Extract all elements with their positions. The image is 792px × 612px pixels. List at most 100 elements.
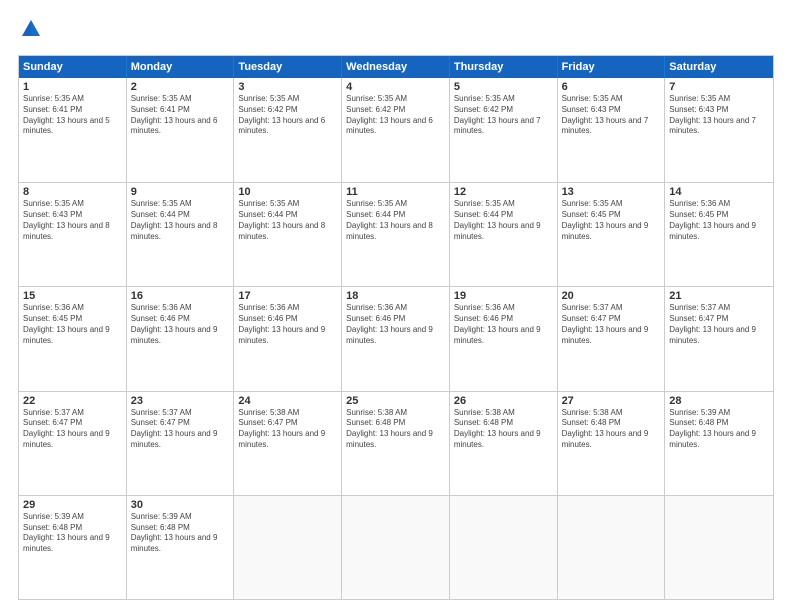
day-number: 21 bbox=[669, 290, 769, 302]
day-number: 9 bbox=[131, 186, 230, 198]
day-cell-9-1-1: 9 Sunrise: 5:35 AM Sunset: 6:44 PM Dayli… bbox=[127, 183, 235, 286]
header-tuesday: Tuesday bbox=[234, 56, 342, 78]
cell-sunrise: Sunrise: 5:37 AM bbox=[562, 303, 661, 314]
day-cell-19-2-4: 19 Sunrise: 5:36 AM Sunset: 6:46 PM Dayl… bbox=[450, 287, 558, 390]
day-number: 1 bbox=[23, 81, 122, 93]
cell-sunset: Sunset: 6:47 PM bbox=[23, 418, 122, 429]
cell-sunrise: Sunrise: 5:39 AM bbox=[669, 408, 769, 419]
cell-sunset: Sunset: 6:47 PM bbox=[562, 314, 661, 325]
cell-sunset: Sunset: 6:47 PM bbox=[238, 418, 337, 429]
day-number: 27 bbox=[562, 395, 661, 407]
cell-sunrise: Sunrise: 5:35 AM bbox=[131, 94, 230, 105]
day-number: 5 bbox=[454, 81, 553, 93]
cell-daylight: Daylight: 13 hours and 9 minutes. bbox=[562, 221, 661, 243]
day-cell-30-4-1: 30 Sunrise: 5:39 AM Sunset: 6:48 PM Dayl… bbox=[127, 496, 235, 599]
day-cell-13-1-5: 13 Sunrise: 5:35 AM Sunset: 6:45 PM Dayl… bbox=[558, 183, 666, 286]
day-number: 2 bbox=[131, 81, 230, 93]
cell-daylight: Daylight: 13 hours and 9 minutes. bbox=[346, 429, 445, 451]
cell-daylight: Daylight: 13 hours and 7 minutes. bbox=[562, 116, 661, 138]
day-cell-12-1-4: 12 Sunrise: 5:35 AM Sunset: 6:44 PM Dayl… bbox=[450, 183, 558, 286]
cell-daylight: Daylight: 13 hours and 8 minutes. bbox=[238, 221, 337, 243]
cell-sunrise: Sunrise: 5:35 AM bbox=[238, 94, 337, 105]
cell-sunrise: Sunrise: 5:37 AM bbox=[669, 303, 769, 314]
week-row-3: 15 Sunrise: 5:36 AM Sunset: 6:45 PM Dayl… bbox=[19, 286, 773, 390]
day-cell-23-3-1: 23 Sunrise: 5:37 AM Sunset: 6:47 PM Dayl… bbox=[127, 392, 235, 495]
cell-sunrise: Sunrise: 5:38 AM bbox=[238, 408, 337, 419]
cell-daylight: Daylight: 13 hours and 6 minutes. bbox=[346, 116, 445, 138]
day-number: 19 bbox=[454, 290, 553, 302]
day-cell-6-0-5: 6 Sunrise: 5:35 AM Sunset: 6:43 PM Dayli… bbox=[558, 78, 666, 182]
cell-sunrise: Sunrise: 5:35 AM bbox=[23, 199, 122, 210]
day-cell-5-0-4: 5 Sunrise: 5:35 AM Sunset: 6:42 PM Dayli… bbox=[450, 78, 558, 182]
day-number: 10 bbox=[238, 186, 337, 198]
day-number: 18 bbox=[346, 290, 445, 302]
day-number: 12 bbox=[454, 186, 553, 198]
cell-sunrise: Sunrise: 5:36 AM bbox=[131, 303, 230, 314]
cell-sunrise: Sunrise: 5:35 AM bbox=[669, 94, 769, 105]
day-cell-empty-4-6 bbox=[665, 496, 773, 599]
header-wednesday: Wednesday bbox=[342, 56, 450, 78]
cell-sunset: Sunset: 6:44 PM bbox=[454, 210, 553, 221]
header-thursday: Thursday bbox=[450, 56, 558, 78]
day-number: 4 bbox=[346, 81, 445, 93]
cell-sunset: Sunset: 6:44 PM bbox=[346, 210, 445, 221]
calendar: Sunday Monday Tuesday Wednesday Thursday… bbox=[18, 55, 774, 600]
day-number: 11 bbox=[346, 186, 445, 198]
week-row-1: 1 Sunrise: 5:35 AM Sunset: 6:41 PM Dayli… bbox=[19, 78, 773, 182]
day-number: 3 bbox=[238, 81, 337, 93]
cell-sunset: Sunset: 6:48 PM bbox=[23, 523, 122, 534]
day-cell-18-2-3: 18 Sunrise: 5:36 AM Sunset: 6:46 PM Dayl… bbox=[342, 287, 450, 390]
cell-sunset: Sunset: 6:47 PM bbox=[131, 418, 230, 429]
day-cell-21-2-6: 21 Sunrise: 5:37 AM Sunset: 6:47 PM Dayl… bbox=[665, 287, 773, 390]
calendar-header: Sunday Monday Tuesday Wednesday Thursday… bbox=[19, 56, 773, 78]
cell-sunrise: Sunrise: 5:35 AM bbox=[454, 94, 553, 105]
cell-daylight: Daylight: 13 hours and 9 minutes. bbox=[238, 325, 337, 347]
header-saturday: Saturday bbox=[665, 56, 773, 78]
cell-sunrise: Sunrise: 5:35 AM bbox=[562, 94, 661, 105]
cell-daylight: Daylight: 13 hours and 7 minutes. bbox=[669, 116, 769, 138]
day-cell-17-2-2: 17 Sunrise: 5:36 AM Sunset: 6:46 PM Dayl… bbox=[234, 287, 342, 390]
cell-sunrise: Sunrise: 5:38 AM bbox=[562, 408, 661, 419]
day-number: 30 bbox=[131, 499, 230, 511]
cell-sunrise: Sunrise: 5:35 AM bbox=[346, 94, 445, 105]
cell-sunset: Sunset: 6:48 PM bbox=[346, 418, 445, 429]
cell-daylight: Daylight: 13 hours and 7 minutes. bbox=[454, 116, 553, 138]
cell-sunset: Sunset: 6:48 PM bbox=[669, 418, 769, 429]
cell-sunset: Sunset: 6:41 PM bbox=[131, 105, 230, 116]
cell-daylight: Daylight: 13 hours and 9 minutes. bbox=[669, 429, 769, 451]
calendar-body: 1 Sunrise: 5:35 AM Sunset: 6:41 PM Dayli… bbox=[19, 78, 773, 599]
day-cell-20-2-5: 20 Sunrise: 5:37 AM Sunset: 6:47 PM Dayl… bbox=[558, 287, 666, 390]
cell-sunset: Sunset: 6:48 PM bbox=[454, 418, 553, 429]
cell-sunset: Sunset: 6:46 PM bbox=[238, 314, 337, 325]
cell-daylight: Daylight: 13 hours and 9 minutes. bbox=[23, 533, 122, 555]
day-number: 23 bbox=[131, 395, 230, 407]
day-number: 14 bbox=[669, 186, 769, 198]
day-cell-empty-4-5 bbox=[558, 496, 666, 599]
cell-sunset: Sunset: 6:45 PM bbox=[669, 210, 769, 221]
cell-sunset: Sunset: 6:46 PM bbox=[131, 314, 230, 325]
cell-sunrise: Sunrise: 5:36 AM bbox=[669, 199, 769, 210]
day-cell-4-0-3: 4 Sunrise: 5:35 AM Sunset: 6:42 PM Dayli… bbox=[342, 78, 450, 182]
cell-sunset: Sunset: 6:43 PM bbox=[562, 105, 661, 116]
day-cell-empty-4-3 bbox=[342, 496, 450, 599]
cell-daylight: Daylight: 13 hours and 9 minutes. bbox=[669, 325, 769, 347]
cell-sunrise: Sunrise: 5:38 AM bbox=[454, 408, 553, 419]
cell-sunrise: Sunrise: 5:35 AM bbox=[23, 94, 122, 105]
cell-sunrise: Sunrise: 5:35 AM bbox=[131, 199, 230, 210]
day-number: 26 bbox=[454, 395, 553, 407]
cell-daylight: Daylight: 13 hours and 8 minutes. bbox=[23, 221, 122, 243]
cell-daylight: Daylight: 13 hours and 6 minutes. bbox=[131, 116, 230, 138]
header-monday: Monday bbox=[127, 56, 235, 78]
cell-daylight: Daylight: 13 hours and 8 minutes. bbox=[131, 221, 230, 243]
cell-daylight: Daylight: 13 hours and 8 minutes. bbox=[346, 221, 445, 243]
cell-sunrise: Sunrise: 5:36 AM bbox=[346, 303, 445, 314]
day-cell-7-0-6: 7 Sunrise: 5:35 AM Sunset: 6:43 PM Dayli… bbox=[665, 78, 773, 182]
logo bbox=[18, 18, 42, 45]
day-number: 22 bbox=[23, 395, 122, 407]
day-cell-25-3-3: 25 Sunrise: 5:38 AM Sunset: 6:48 PM Dayl… bbox=[342, 392, 450, 495]
header bbox=[18, 18, 774, 45]
day-number: 16 bbox=[131, 290, 230, 302]
cell-daylight: Daylight: 13 hours and 9 minutes. bbox=[454, 325, 553, 347]
day-number: 20 bbox=[562, 290, 661, 302]
cell-sunset: Sunset: 6:42 PM bbox=[454, 105, 553, 116]
